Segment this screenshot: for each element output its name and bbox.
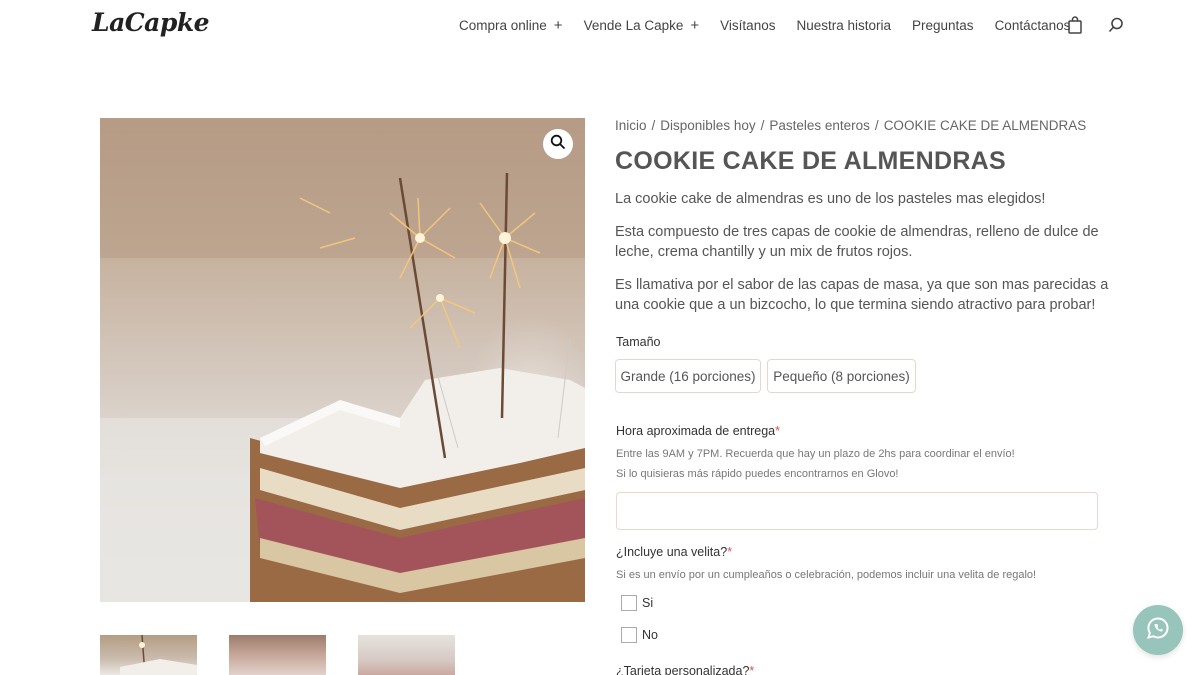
product-description-2: Esta compuesto de tres capas de cookie d… — [615, 224, 1099, 260]
delivery-help-2: Si lo quisieras más rápido puedes encont… — [616, 468, 899, 480]
whatsapp-icon — [1146, 616, 1170, 644]
product-image[interactable] — [100, 118, 585, 602]
nav-contactanos[interactable]: Contáctanos — [995, 18, 1071, 33]
size-option-grande[interactable]: Grande (16 porciones) — [615, 359, 761, 393]
plus-icon: + — [690, 16, 700, 34]
product-title: COOKIE CAKE DE ALMENDRAS — [615, 147, 1007, 175]
nav-visitanos[interactable]: Visítanos — [720, 18, 775, 33]
shopping-bag-icon[interactable] — [1066, 16, 1084, 34]
product-description-3: Es llamativa por el sabor de las capas d… — [615, 277, 1109, 313]
checkbox[interactable] — [621, 595, 637, 611]
breadcrumb: Inicio / Disponibles hoy / Pasteles enteros /… — [615, 118, 1086, 133]
delivery-time-label: Hora aproximada de entrega* — [616, 424, 780, 438]
delivery-time-input[interactable] — [616, 492, 1098, 530]
breadcrumb-separator: / — [760, 118, 765, 133]
required-mark: * — [775, 424, 780, 438]
checkbox[interactable] — [621, 627, 637, 643]
candle-label-text: ¿Incluye una velita? — [616, 545, 728, 559]
whatsapp-button[interactable] — [1133, 605, 1183, 655]
search-icon[interactable] — [1107, 16, 1125, 34]
zoom-button[interactable] — [543, 129, 573, 159]
product-thumbnail-1[interactable] — [100, 635, 197, 675]
nav-compra-online[interactable]: Compra online + — [459, 17, 563, 34]
breadcrumb-current: COOKIE CAKE DE ALMENDRAS — [883, 118, 1087, 133]
candle-help: Si es un envío por un cumpleaños o celeb… — [616, 569, 1037, 581]
nav-vende-la-capke[interactable]: Vende La Capke + — [584, 17, 700, 34]
nav-vende-la-capke-label: Vende La Capke — [583, 17, 684, 33]
size-option-pequeno[interactable]: Pequeño (8 porciones) — [767, 359, 916, 393]
site-logo[interactable]: LaCapke — [92, 8, 210, 37]
nav-compra-online-label: Compra online — [459, 17, 547, 33]
candle-option-no[interactable]: No — [621, 627, 658, 643]
card-label-text: ¿Tarjeta personalizada? — [616, 664, 750, 675]
breadcrumb-inicio[interactable]: Inicio — [615, 118, 647, 133]
candle-option-si-label: Si — [642, 596, 654, 610]
candle-label: ¿Incluye una velita?* — [616, 545, 732, 559]
nav-preguntas[interactable]: Preguntas — [912, 18, 974, 33]
size-label: Tamaño — [616, 335, 661, 349]
candle-option-no-label: No — [642, 628, 658, 642]
main-nav: Compra online + Vende La Capke + Visítan… — [459, 16, 1091, 34]
required-mark: * — [749, 664, 755, 675]
required-mark: * — [727, 545, 733, 559]
product-thumbnail-2[interactable] — [229, 635, 326, 675]
breadcrumb-separator: / — [874, 118, 879, 133]
breadcrumb-separator: / — [651, 118, 656, 133]
breadcrumb-disponibles-hoy[interactable]: Disponibles hoy — [660, 118, 755, 133]
delivery-time-label-text: Hora aproximada de entrega — [616, 424, 776, 438]
candle-option-si[interactable]: Si — [621, 595, 653, 611]
delivery-help-1: Entre las 9AM y 7PM. Recuerda que hay un… — [616, 448, 1015, 460]
card-label: ¿Tarjeta personalizada?* — [616, 664, 754, 675]
site-header: LaCapke Compra online + Vende La Capke +… — [0, 0, 1200, 52]
product-thumbnail-3[interactable] — [358, 635, 455, 675]
nav-nuestra-historia[interactable]: Nuestra historia — [796, 18, 891, 33]
breadcrumb-pasteles-enteros[interactable]: Pasteles enteros — [769, 118, 870, 133]
plus-icon: + — [553, 16, 563, 34]
magnifier-icon — [550, 134, 566, 154]
product-description-1: La cookie cake de almendras es uno de lo… — [615, 191, 1046, 207]
